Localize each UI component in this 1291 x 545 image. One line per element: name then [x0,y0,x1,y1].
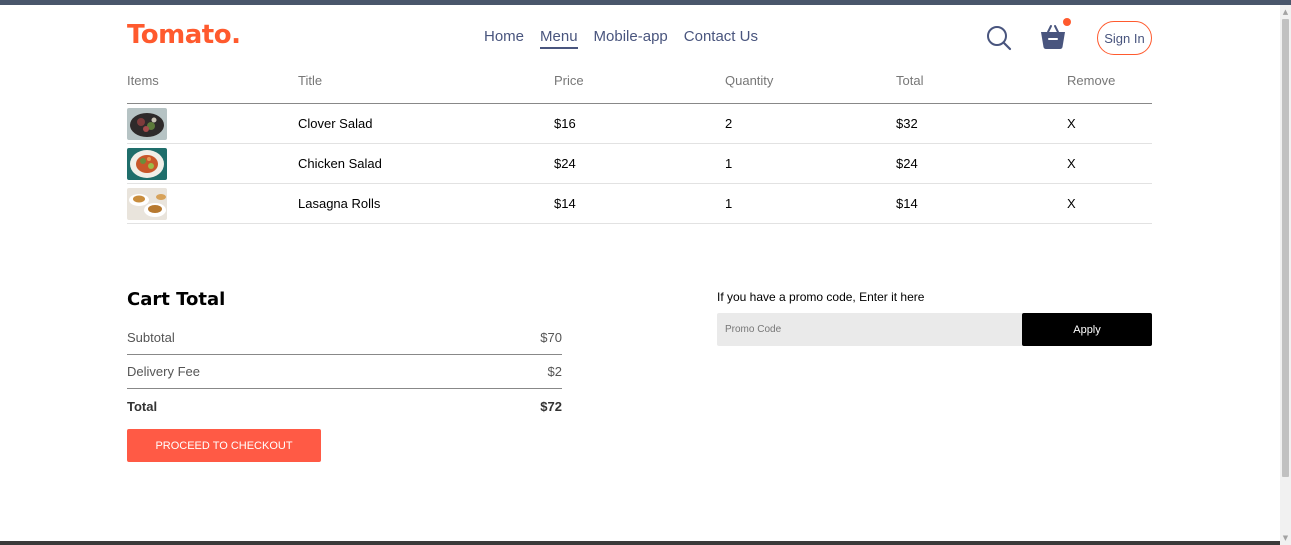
delivery-fee-label: Delivery Fee [127,364,200,379]
logo[interactable]: Tomato. [127,20,241,50]
apply-promo-button[interactable]: Apply [1022,313,1152,346]
search-icon[interactable] [986,25,1012,51]
column-header-quantity: Quantity [725,73,774,88]
item-total: $32 [896,116,918,131]
cart-total-title: Cart Total [127,289,226,310]
table-row: Lasagna Rolls $14 1 $14 X [127,184,1152,224]
item-title: Chicken Salad [298,156,382,171]
item-total: $24 [896,156,918,171]
delivery-fee-row: Delivery Fee $2 [127,355,562,389]
total-value: $72 [540,398,562,414]
nav-home[interactable]: Home [484,28,524,49]
item-title: Clover Salad [298,116,373,131]
cart-notification-dot [1063,18,1071,26]
food-image-clover-salad [127,107,167,140]
scroll-up-arrow-icon[interactable]: ▲ [1280,7,1291,17]
promo-code-input[interactable] [725,313,1015,346]
table-row: Clover Salad $16 2 $32 X [127,104,1152,144]
item-price: $24 [554,156,576,171]
column-header-price: Price [554,73,584,88]
basket-icon[interactable] [1040,24,1066,50]
total-label: Total [127,398,158,414]
item-quantity: 1 [725,196,733,211]
vertical-scrollbar[interactable]: ▲ ▼ [1280,5,1291,545]
sign-in-button[interactable]: Sign In [1097,21,1152,55]
table-row: Chicken Salad $24 1 $24 X [127,144,1152,184]
proceed-to-checkout-button[interactable]: PROCEED TO CHECKOUT [127,429,321,462]
column-header-remove: Remove [1067,73,1116,88]
item-price: $16 [554,116,576,131]
nav-contact-us[interactable]: Contact Us [684,28,758,49]
top-border [0,0,1291,5]
subtotal-label: Subtotal [127,330,175,345]
promo-code-box: Apply [717,313,1152,346]
food-image-lasagna-rolls [127,187,167,220]
remove-item-button[interactable]: X [1067,116,1076,131]
item-total: $14 [896,196,918,211]
total-row: Total $72 [127,389,562,423]
cart-table-header: Items Title Price Quantity Total Remove [127,72,1152,104]
item-title: Lasagna Rolls [298,196,381,211]
main-nav: Home Menu Mobile-app Contact Us [484,28,758,49]
item-quantity: 2 [725,116,733,131]
item-price: $14 [554,196,576,211]
promo-code-label: If you have a promo code, Enter it here [717,290,925,304]
item-quantity: 1 [725,156,733,171]
column-header-title: Title [298,73,323,88]
nav-menu[interactable]: Menu [540,28,578,49]
remove-item-button[interactable]: X [1067,156,1076,171]
column-header-items: Items [127,73,159,88]
bottom-border [0,541,1280,545]
subtotal-value: $70 [540,330,562,345]
subtotal-row: Subtotal $70 [127,321,562,355]
column-header-total: Total [896,73,924,88]
remove-item-button[interactable]: X [1067,196,1076,211]
scrollbar-thumb[interactable] [1282,19,1289,477]
cart-totals: Subtotal $70 Delivery Fee $2 Total $72 [127,321,562,423]
delivery-fee-value: $2 [547,364,562,379]
cart-table: Items Title Price Quantity Total Remove … [127,72,1152,224]
food-image-chicken-salad [127,147,167,180]
scroll-down-arrow-icon[interactable]: ▼ [1280,533,1291,543]
nav-mobile-app[interactable]: Mobile-app [594,28,668,49]
